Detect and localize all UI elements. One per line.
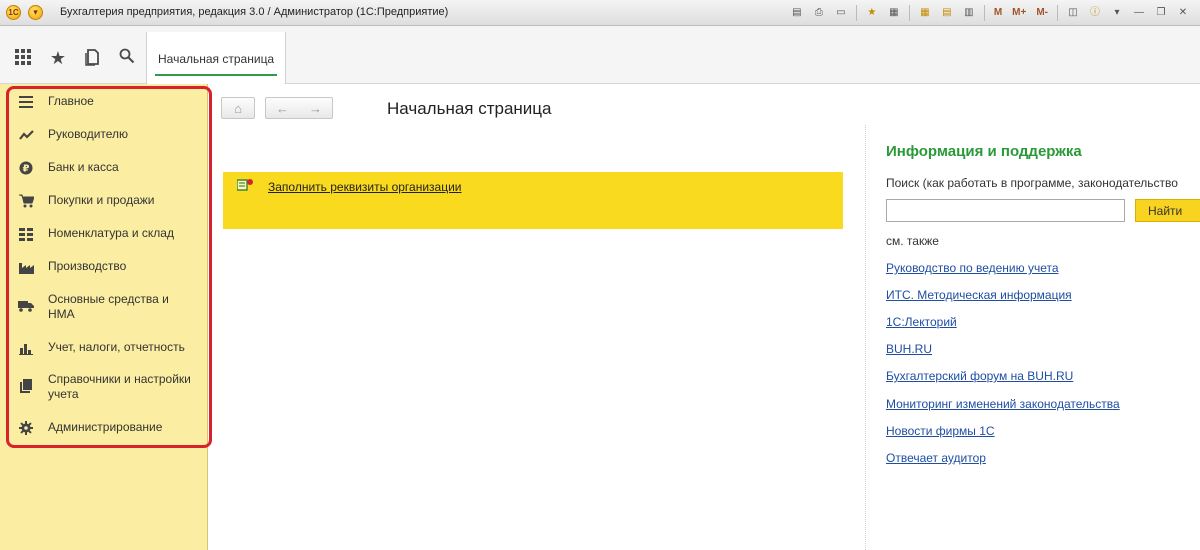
document-icon[interactable]: ▥: [960, 4, 978, 22]
sidebar-item-references[interactable]: Справочники и настройки учета: [18, 372, 198, 402]
toolbar: ★ Начальная страница: [0, 26, 1200, 84]
sidebar-item-label: Главное: [48, 94, 94, 108]
gear-icon: [18, 420, 34, 436]
info-icon[interactable]: ⓘ: [1086, 4, 1104, 22]
history-nav-buttons: ← →: [265, 97, 333, 119]
link-1c-lectorium[interactable]: 1С:Лекторий: [886, 315, 957, 329]
sidebar-item-purchases[interactable]: Покупки и продажи: [18, 193, 198, 209]
calculator-icon[interactable]: ▤: [938, 4, 956, 22]
notification-banner: Заполнить реквизиты организации: [223, 172, 843, 229]
svg-text:₽: ₽: [23, 164, 30, 175]
link-legislation-monitoring[interactable]: Мониторинг изменений законодательства: [886, 397, 1120, 411]
memory-button-m[interactable]: M: [991, 4, 1005, 22]
factory-icon: [18, 259, 34, 275]
truck-icon: [18, 298, 34, 314]
sidebar-item-reporting[interactable]: Учет, налоги, отчетность: [18, 340, 198, 356]
memory-button-m-plus[interactable]: M+: [1009, 4, 1029, 22]
restore-icon[interactable]: ❐: [1152, 4, 1170, 22]
sidebar-item-label: Покупки и продажи: [48, 193, 155, 207]
save-icon[interactable]: ▤: [788, 4, 806, 22]
link-buh-ru-forum[interactable]: Бухгалтерский форум на BUH.RU: [886, 369, 1073, 383]
page-title: Начальная страница: [387, 99, 552, 118]
link-1c-news[interactable]: Новости фирмы 1С: [886, 424, 995, 438]
forward-arrow-icon[interactable]: →: [309, 101, 322, 116]
window-title: Бухгалтерия предприятия, редакция 3.0 / …: [60, 6, 449, 18]
organization-details-icon: [236, 179, 253, 191]
sidebar-item-administration[interactable]: Администрирование: [18, 420, 198, 436]
app-logo-icon[interactable]: 1С: [6, 5, 21, 20]
calendar-icon[interactable]: ▦: [916, 4, 934, 22]
see-also-label: см. также: [886, 234, 939, 248]
sidebar-item-label: Номенклатура и склад: [48, 226, 174, 240]
books-icon: [18, 378, 34, 394]
close-icon[interactable]: ✕: [1174, 4, 1192, 22]
sidebar-item-main[interactable]: Главное: [18, 94, 198, 110]
home-button[interactable]: ⌂: [221, 97, 255, 119]
favorites-icon[interactable]: ★: [863, 4, 881, 22]
active-tab-indicator: [155, 74, 277, 76]
sidebar-item-warehouse[interactable]: Номенклатура и склад: [18, 226, 198, 242]
search-icon[interactable]: [116, 48, 138, 68]
sidebar-item-production[interactable]: Производство: [18, 259, 198, 275]
sidebar-item-label: Основные средства и НМА: [48, 292, 169, 321]
link-its-methodology[interactable]: ИТС. Методическая информация: [886, 288, 1072, 302]
panel-icon[interactable]: ◫: [1064, 4, 1082, 22]
link-buh-ru[interactable]: BUH.RU: [886, 342, 932, 356]
title-bar: 1С ▾ Бухгалтерия предприятия, редакция 3…: [0, 0, 1200, 26]
main-menu-icon[interactable]: ▾: [28, 5, 43, 20]
fill-organization-details-link[interactable]: Заполнить реквизиты организации: [268, 180, 462, 194]
separator: [983, 5, 985, 21]
sidebar-item-bank[interactable]: ₽ Банк и касса: [18, 160, 198, 176]
memory-button-m-minus[interactable]: M-: [1033, 4, 1051, 22]
sidebar-item-fixed-assets[interactable]: Основные средства и НМА: [18, 292, 198, 322]
title-bar-controls: ▤ ⎙ ▭ ★ ▦ ▦ ▤ ▥ M M+ M- ◫ ⓘ ▾ — ❐ ✕: [788, 4, 1192, 22]
favorites-star-icon[interactable]: ★: [47, 48, 69, 68]
sidebar-item-manager[interactable]: Руководителю: [18, 127, 198, 143]
history-icon[interactable]: ▦: [885, 4, 903, 22]
trend-icon: [18, 127, 34, 143]
ruble-icon: ₽: [18, 160, 34, 176]
info-support-title: Информация и поддержка: [886, 143, 1082, 160]
sidebar-item-label: Справочники и настройки учета: [48, 372, 191, 401]
link-accounting-guide[interactable]: Руководство по ведению учета: [886, 261, 1059, 275]
separator: [1057, 5, 1058, 21]
print-icon[interactable]: ⎙: [810, 4, 828, 22]
history-icon-svg: [85, 49, 99, 66]
panel-divider: [865, 125, 866, 550]
sidebar-item-label: Банк и касса: [48, 160, 119, 174]
cart-icon: [18, 193, 34, 209]
apps-grid-icon-svg: [15, 49, 31, 65]
apps-grid-icon[interactable]: [12, 48, 34, 68]
separator: [908, 5, 910, 21]
dropdown-icon[interactable]: ▾: [1108, 4, 1126, 22]
history-icon[interactable]: [82, 48, 104, 68]
back-arrow-icon[interactable]: ←: [276, 101, 289, 116]
sidebar-item-label: Учет, налоги, отчетность: [48, 340, 185, 354]
menu-icon: [18, 94, 34, 110]
preview-icon[interactable]: ▭: [832, 4, 850, 22]
info-search-label: Поиск (как работать в программе, законод…: [886, 176, 1178, 190]
link-auditor-answers[interactable]: Отвечает аудитор: [886, 451, 986, 465]
tab-home-page-label: Начальная страница: [158, 52, 275, 66]
find-button[interactable]: Найти: [1135, 199, 1200, 222]
info-search-input[interactable]: [886, 199, 1125, 222]
grid-icon: [18, 226, 34, 242]
sidebar-item-label: Производство: [48, 259, 127, 273]
separator: [855, 5, 857, 21]
bar-chart-icon: [18, 340, 34, 356]
tab-home-page[interactable]: Начальная страница: [146, 32, 286, 84]
sidebar-item-label: Руководителю: [48, 127, 129, 141]
sidebar-item-label: Администрирование: [48, 420, 163, 434]
home-icon: ⌂: [234, 100, 242, 116]
minimize-icon[interactable]: —: [1130, 4, 1148, 22]
search-icon-svg: [119, 48, 135, 64]
